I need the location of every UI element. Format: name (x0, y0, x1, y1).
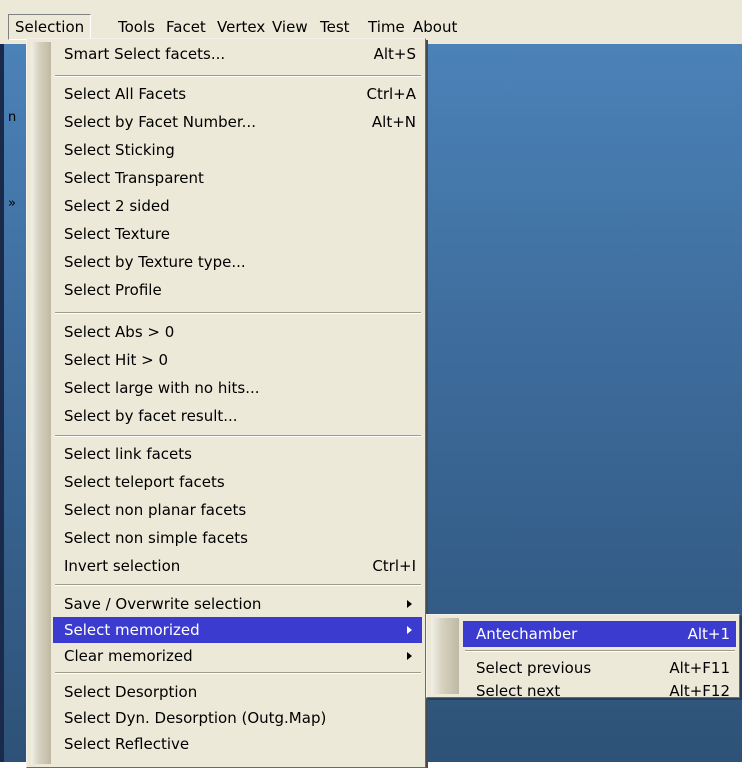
menu-separator (55, 312, 421, 314)
menu-item-label: Select Profile (64, 281, 162, 299)
select-memorized-item[interactable]: Select memorized (53, 617, 422, 643)
shortcut-label: Alt+1 (687, 625, 730, 643)
menu-item-label: Select All Facets (64, 85, 187, 103)
selection-dropdown-menu: Smart Select facets... Alt+S Select All F… (26, 38, 426, 768)
select-non-simple-facets-item[interactable]: Select non simple facets (53, 525, 422, 551)
menu-facet[interactable]: Facet (160, 16, 212, 38)
select-profile-item[interactable]: Select Profile (53, 277, 422, 303)
menu-item-label: Select Reflective (64, 735, 190, 753)
shortcut-label: Ctrl+I (372, 557, 416, 575)
menu-item-label: Smart Select facets... (64, 45, 226, 63)
select-dyn-desorption-item[interactable]: Select Dyn. Desorption (Outg.Map) (53, 705, 422, 731)
select-sticking-item[interactable]: Select Sticking (53, 137, 422, 163)
select-texture-item[interactable]: Select Texture (53, 221, 422, 247)
menu-tools[interactable]: Tools (112, 16, 161, 38)
menu-item-label: Select previous (476, 659, 592, 677)
clear-memorized-item[interactable]: Clear memorized (53, 643, 422, 669)
submenu-arrow-icon (407, 600, 412, 608)
menu-item-label: Clear memorized (64, 647, 193, 665)
select-abs-item[interactable]: Select Abs > 0 (53, 319, 422, 345)
menu-item-label: Select teleport facets (64, 473, 225, 491)
submenu-arrow-icon (407, 652, 412, 660)
menu-item-label: Select by Facet Number... (64, 113, 256, 131)
menu-item-label: Select Sticking (64, 141, 175, 159)
invert-selection-item[interactable]: Invert selection Ctrl+I (53, 553, 422, 579)
select-link-facets-item[interactable]: Select link facets (53, 441, 422, 467)
save-overwrite-selection-item[interactable]: Save / Overwrite selection (53, 591, 422, 617)
menu-item-label: Select Dyn. Desorption (Outg.Map) (64, 709, 327, 727)
select-reflective-item[interactable]: Select Reflective (53, 731, 422, 757)
menu-about[interactable]: About (407, 16, 463, 38)
menu-separator (55, 672, 421, 674)
menu-separator (55, 75, 421, 77)
menu-item-label: Select Desorption (64, 683, 198, 701)
menu-gutter (431, 618, 459, 694)
menu-view[interactable]: View (266, 16, 314, 38)
menu-item-label: Select large with no hits... (64, 379, 260, 397)
menu-separator (55, 435, 421, 437)
menu-item-label: Invert selection (64, 557, 181, 575)
select-all-facets-item[interactable]: Select All Facets Ctrl+A (53, 81, 422, 107)
menu-item-label: Select link facets (64, 445, 192, 463)
select-2-sided-item[interactable]: Select 2 sided (53, 193, 422, 219)
menu-item-label: Select non planar facets (64, 501, 247, 519)
select-by-facet-result-item[interactable]: Select by facet result... (53, 403, 422, 429)
menu-item-label: Antechamber (476, 625, 578, 643)
menu-separator (55, 584, 421, 586)
menu-item-label: Select Hit > 0 (64, 351, 169, 369)
menu-item-label: Select memorized (64, 621, 200, 639)
menu-item-label: Select Texture (64, 225, 170, 243)
shortcut-label: Alt+N (371, 113, 416, 131)
partial-text: n (8, 110, 17, 125)
select-hit-item[interactable]: Select Hit > 0 (53, 347, 422, 373)
menu-gutter (31, 42, 51, 764)
submenu-arrow-icon (407, 626, 412, 634)
shortcut-label: Alt+S (373, 45, 416, 63)
menu-time[interactable]: Time (362, 16, 411, 38)
smart-select-facets-item[interactable]: Smart Select facets... Alt+S (53, 41, 422, 67)
menu-item-label: Select 2 sided (64, 197, 170, 215)
menu-item-label: Select non simple facets (64, 529, 248, 547)
select-non-planar-facets-item[interactable]: Select non planar facets (53, 497, 422, 523)
menu-item-label: Save / Overwrite selection (64, 595, 262, 613)
menu-item-label: Select by facet result... (64, 407, 238, 425)
select-teleport-facets-item[interactable]: Select teleport facets (53, 469, 422, 495)
select-transparent-item[interactable]: Select Transparent (53, 165, 422, 191)
menu-test[interactable]: Test (314, 16, 356, 38)
memorized-antechamber-item[interactable]: Antechamber Alt+1 (463, 621, 736, 647)
shortcut-label: Ctrl+A (366, 85, 416, 103)
select-by-facet-number-item[interactable]: Select by Facet Number... Alt+N (53, 109, 422, 135)
select-large-no-hits-item[interactable]: Select large with no hits... (53, 375, 422, 401)
select-next-item[interactable]: Select next Alt+F12 (463, 678, 736, 704)
shortcut-label: Alt+F12 (669, 682, 730, 700)
menu-separator (465, 650, 735, 652)
partial-text: » (8, 196, 16, 211)
menu-item-label: Select next (476, 682, 561, 700)
menu-item-label: Select by Texture type... (64, 253, 246, 271)
select-by-texture-type-item[interactable]: Select by Texture type... (53, 249, 422, 275)
select-desorption-item[interactable]: Select Desorption (53, 679, 422, 705)
menu-item-label: Select Transparent (64, 169, 204, 187)
memorized-submenu: Antechamber Alt+1 Select previous Alt+F11 … (426, 614, 740, 700)
menu-vertex[interactable]: Vertex (211, 16, 271, 38)
menu-selection[interactable]: Selection (8, 14, 92, 40)
menu-item-label: Select Abs > 0 (64, 323, 175, 341)
